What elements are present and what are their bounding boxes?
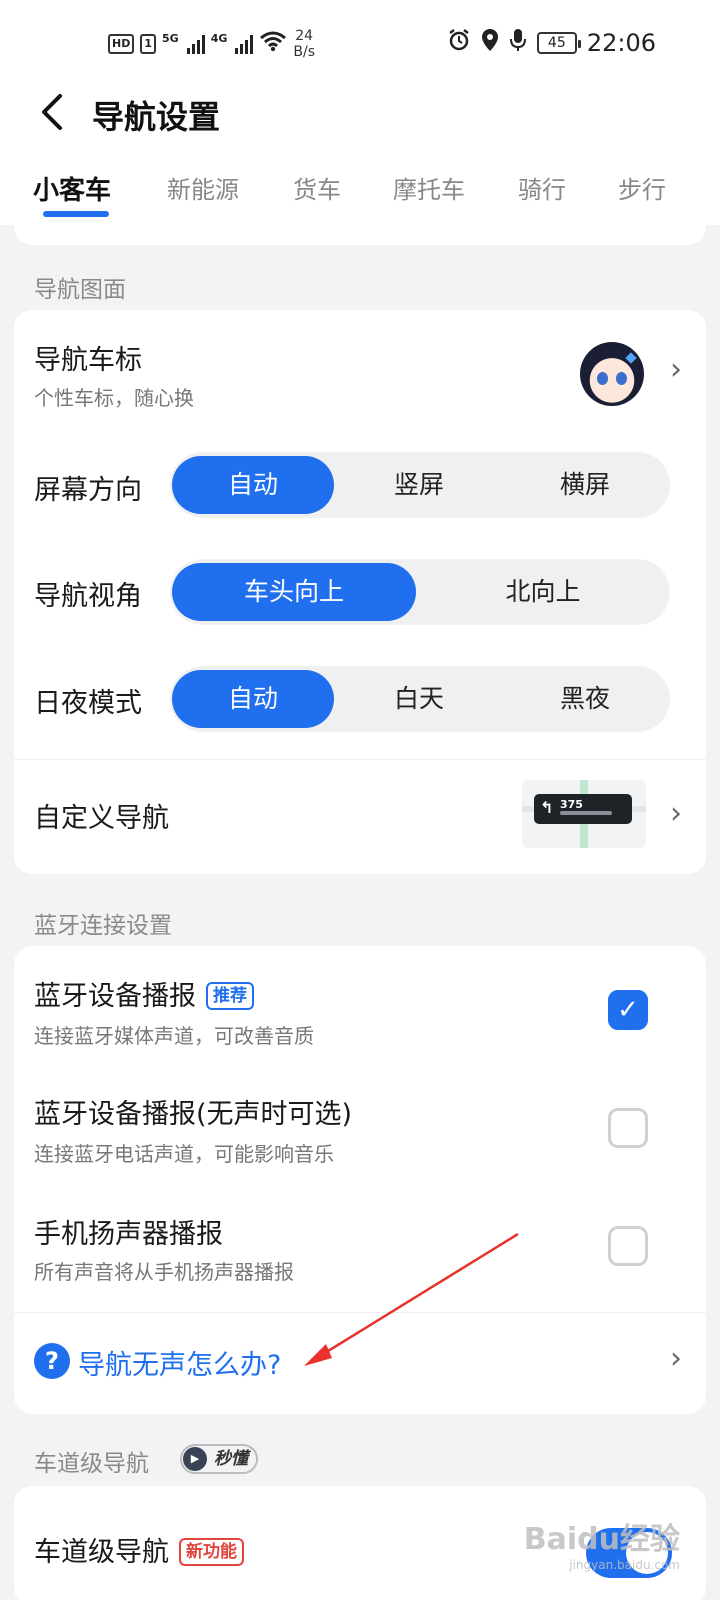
bt-media-title: 蓝牙设备播报 推荐 — [34, 974, 254, 1013]
checkmark-icon: ✓ — [617, 995, 639, 1025]
turn-left-icon: ↰ — [540, 798, 554, 817]
status-bar: HD 1 5G 4G 24 B/s 45 22:06 — [0, 0, 720, 90]
video-explainer-badge[interactable]: ▶ 秒懂 — [180, 1444, 258, 1474]
chevron-right-icon: › — [670, 1341, 682, 1376]
custom-nav-row[interactable]: 自定义导航 ↰ 375 › — [14, 760, 706, 874]
speaker-title: 手机扬声器播报 — [34, 1219, 223, 1250]
chevron-right-icon: › — [670, 796, 682, 831]
screen-orientation-label: 屏幕方向 — [34, 475, 142, 506]
baidu-watermark: Baidu经验 jingyan.baidu.com — [524, 1514, 680, 1572]
bt-media-subtitle: 连接蓝牙媒体声道，可改善音质 — [34, 1024, 314, 1048]
orientation-landscape-option[interactable]: 横屏 — [504, 456, 666, 514]
signal-icon-2 — [235, 34, 254, 54]
help-no-sound-link: 导航无声怎么办? — [78, 1350, 282, 1381]
bt-phone-row[interactable]: 蓝牙设备播报(无声时可选) 连接蓝牙电话声道，可能影响音乐 — [14, 1066, 706, 1184]
view-heading-up-option[interactable]: 车头向上 — [172, 563, 416, 621]
view-angle-label: 导航视角 — [34, 581, 142, 612]
page-title: 导航设置 — [92, 98, 221, 136]
battery-icon: 45 — [536, 32, 581, 54]
new-feature-badge: 新功能 — [179, 1538, 244, 1566]
custom-nav-label: 自定义导航 — [34, 803, 169, 834]
bt-media-checkbox[interactable]: ✓ — [608, 990, 648, 1030]
bt-media-row[interactable]: 蓝牙设备播报 推荐 连接蓝牙媒体声道，可改善音质 ✓ — [14, 946, 706, 1066]
help-no-sound-row[interactable]: ? 导航无声怎么办? › — [14, 1313, 706, 1413]
question-icon: ? — [34, 1343, 70, 1379]
orientation-auto-option[interactable]: 自动 — [172, 456, 334, 514]
tab-indicator — [43, 211, 109, 217]
daynight-day-option[interactable]: 白天 — [338, 670, 500, 728]
thumb-distance: 375 — [560, 798, 583, 811]
status-left: HD 1 5G 4G 24 B/s — [108, 28, 315, 60]
section-title-bluetooth: 蓝牙连接设置 — [34, 913, 172, 939]
video-badge-label: 秒懂 — [214, 1449, 248, 1469]
speaker-subtitle: 所有声音将从手机扬声器播报 — [34, 1260, 294, 1284]
vehicle-icon-title: 导航车标 — [34, 345, 142, 376]
page-header: 导航设置 小客车 新能源 货车 摩托车 骑行 步行 — [0, 90, 720, 225]
watermark-url: jingyan.baidu.com — [569, 1558, 680, 1572]
previous-card-edge — [14, 225, 706, 245]
net-speed-unit: B/s — [293, 44, 315, 60]
speaker-row[interactable]: 手机扬声器播报 所有声音将从手机扬声器播报 — [14, 1184, 706, 1312]
play-icon: ▶ — [183, 1447, 207, 1471]
tab-cycling[interactable]: 骑行 — [518, 170, 566, 205]
section-title-lane: 车道级导航 — [34, 1451, 149, 1477]
daynight-auto-option[interactable]: 自动 — [172, 670, 334, 728]
bt-phone-title: 蓝牙设备播报(无声时可选) — [34, 1099, 353, 1130]
watermark-brand: Baidu经验 — [523, 1522, 680, 1557]
bluetooth-settings-card: 蓝牙设备播报 推荐 连接蓝牙媒体声道，可改善音质 ✓ 蓝牙设备播报(无声时可选) … — [14, 946, 706, 1414]
day-night-segment: 自动 白天 黑夜 — [170, 666, 670, 732]
vehicle-icon-subtitle: 个性车标，随心换 — [34, 386, 194, 410]
tab-truck[interactable]: 货车 — [293, 170, 341, 205]
bt-phone-checkbox[interactable] — [608, 1108, 648, 1148]
microphone-icon — [509, 28, 527, 58]
section-title-display: 导航图面 — [34, 277, 126, 303]
lane-nav-title-text: 车道级导航 — [34, 1537, 169, 1568]
orientation-portrait-option[interactable]: 竖屏 — [338, 456, 500, 514]
speaker-checkbox[interactable] — [608, 1226, 648, 1266]
tab-car[interactable]: 小客车 — [33, 170, 111, 207]
view-north-up-option[interactable]: 北向上 — [420, 563, 666, 621]
day-night-label: 日夜模式 — [34, 688, 142, 719]
net-speed-value: 24 — [295, 28, 314, 44]
display-settings-card: 导航车标 个性车标，随心换 › 屏幕方向 自动 竖屏 横屏 导航视角 车头向上 … — [14, 310, 706, 874]
view-angle-segment: 车头向上 北向上 — [170, 559, 670, 625]
network-4g-label: 4G — [210, 31, 228, 45]
bt-media-title-text: 蓝牙设备播报 — [34, 981, 196, 1012]
recommend-badge: 推荐 — [206, 982, 254, 1010]
chevron-right-icon: › — [670, 352, 682, 387]
clock: 22:06 — [586, 29, 656, 57]
net-speed: 24 B/s — [293, 28, 315, 60]
chevron-left-icon — [42, 94, 62, 130]
screen-orientation-segment: 自动 竖屏 横屏 — [170, 452, 670, 518]
bt-phone-subtitle: 连接蓝牙电话声道，可能影响音乐 — [34, 1142, 334, 1166]
status-right: 45 22:06 — [447, 28, 656, 58]
tab-new-energy[interactable]: 新能源 — [167, 170, 239, 205]
tab-walking[interactable]: 步行 — [618, 170, 666, 205]
signal-icon — [186, 34, 205, 54]
network-5g-label: 5G — [162, 31, 179, 45]
vehicle-icon-row[interactable]: 导航车标 个性车标，随心换 › — [14, 310, 706, 430]
daynight-night-option[interactable]: 黑夜 — [504, 670, 666, 728]
location-icon — [481, 28, 499, 58]
wifi-icon — [259, 30, 287, 58]
back-button[interactable] — [32, 90, 76, 134]
lane-nav-title: 车道级导航 新功能 — [34, 1530, 244, 1569]
battery-level: 45 — [547, 35, 566, 51]
sim-badge: 1 — [140, 34, 156, 54]
vehicle-avatar — [580, 342, 644, 406]
alarm-icon — [447, 28, 471, 58]
tab-motorcycle[interactable]: 摩托车 — [393, 170, 465, 205]
hd-badge: HD — [108, 34, 135, 54]
custom-nav-thumbnail: ↰ 375 — [522, 780, 646, 848]
